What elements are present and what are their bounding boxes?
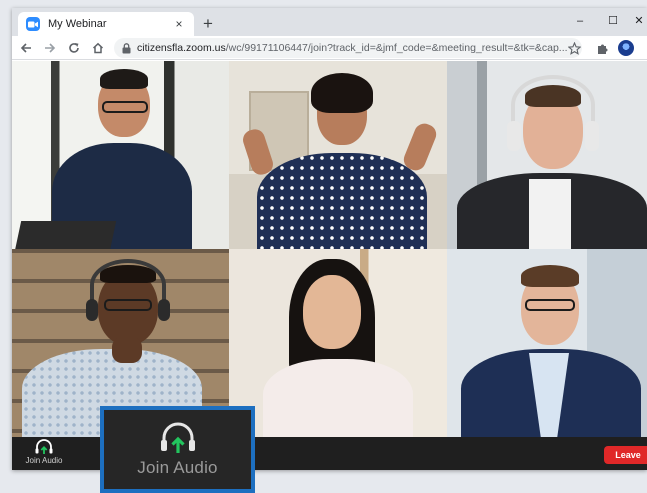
- participant-hair: [311, 73, 373, 113]
- headset-cup: [158, 299, 170, 321]
- participant-face: [303, 275, 361, 349]
- callout-join-audio-label: Join Audio: [137, 457, 218, 477]
- url-text: citizensfla.zoom.us/wc/99171106447/join?…: [137, 42, 568, 54]
- participant-body: [257, 153, 427, 249]
- raised-hand: [400, 120, 440, 174]
- headphones-arrow-icon: [160, 422, 195, 453]
- headset-cup: [86, 299, 98, 321]
- reload-icon[interactable]: [64, 38, 84, 58]
- tab-title: My Webinar: [48, 18, 107, 30]
- close-window-button[interactable]: ✕: [626, 12, 647, 30]
- tab-my-webinar[interactable]: My Webinar ×: [18, 12, 194, 36]
- star-icon[interactable]: [564, 38, 584, 58]
- shirt-collar: [529, 179, 571, 249]
- url-host: citizensfla.zoom.us: [137, 42, 226, 54]
- glasses: [102, 101, 148, 113]
- participant-body: [263, 359, 413, 437]
- arrow-left-icon[interactable]: [16, 38, 36, 58]
- headset: [90, 259, 166, 311]
- glasses: [525, 299, 575, 311]
- tab-close-icon[interactable]: ×: [172, 17, 186, 31]
- lock-icon: [122, 42, 131, 53]
- participant-hair: [521, 265, 579, 287]
- maximize-button[interactable]: ☐: [600, 12, 626, 30]
- participant-video-5[interactable]: [229, 249, 447, 437]
- participant-video-1[interactable]: [12, 61, 229, 249]
- avatar: [618, 40, 634, 56]
- browser-toolbar: citizensfla.zoom.us/wc/99171106447/join?…: [12, 36, 647, 60]
- minimize-button[interactable]: –: [567, 12, 593, 30]
- zoom-logo-icon: [26, 17, 40, 31]
- profile-avatar-icon[interactable]: [616, 38, 636, 58]
- headphones-arrow-icon: [35, 439, 53, 454]
- join-audio-button[interactable]: Join Audio: [18, 439, 70, 469]
- participant-video-3[interactable]: [447, 61, 647, 249]
- url-path: /wc/99171106447/join?track_id=&jmf_code=…: [225, 42, 568, 54]
- hand-on-chin: [112, 337, 142, 363]
- headphones-cup: [507, 121, 521, 151]
- puzzle-icon[interactable]: [592, 38, 612, 58]
- home-icon[interactable]: [88, 38, 108, 58]
- join-audio-callout: Join Audio: [100, 406, 255, 493]
- participant-video-6[interactable]: [447, 249, 647, 437]
- browser-window: My Webinar × + – ☐ ✕ citizensfla.zoom.us…: [12, 8, 647, 470]
- video-grid: [12, 61, 647, 437]
- tab-strip: My Webinar × + – ☐ ✕: [12, 8, 647, 36]
- new-tab-button[interactable]: +: [198, 14, 218, 34]
- headphones-cup: [585, 121, 599, 151]
- leave-button[interactable]: Leave: [604, 446, 647, 464]
- participant-hair: [100, 69, 148, 89]
- join-audio-label: Join Audio: [25, 456, 63, 465]
- participant-video-2[interactable]: [229, 61, 447, 249]
- address-bar[interactable]: citizensfla.zoom.us/wc/99171106447/join?…: [114, 38, 582, 58]
- headphones: [511, 75, 595, 135]
- arrow-right-icon[interactable]: [40, 38, 60, 58]
- laptop: [14, 221, 117, 249]
